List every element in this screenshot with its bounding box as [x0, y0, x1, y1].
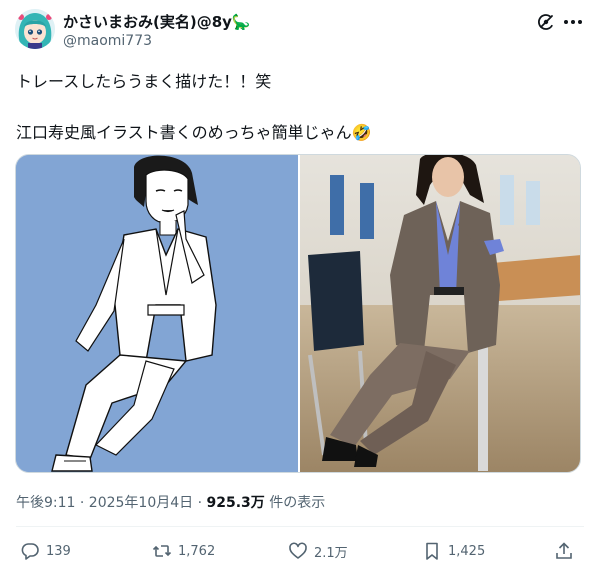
author-handle[interactable]: @maomi773	[63, 33, 152, 49]
share-icon	[556, 542, 572, 559]
bookmark-icon	[426, 542, 438, 560]
reply-button[interactable]: 139	[20, 540, 71, 562]
timestamp[interactable]: 午後9:11 · 2025年10月4日 ·	[16, 495, 207, 511]
share-button[interactable]	[554, 540, 574, 562]
divider	[16, 526, 584, 527]
author-display-name[interactable]: かさいまおみ(実名)@8y🦕	[63, 11, 251, 32]
avatar[interactable]	[15, 9, 55, 49]
tweet-text-line-1: トレースしたらうまく描けた！！笑	[16, 72, 272, 91]
retweet-button[interactable]: 1,762	[152, 540, 215, 562]
tweet: かさいまおみ(実名)@8y🦕 @maomi773 トレースしたらうまく描けた！！…	[0, 0, 600, 587]
avatar-image	[15, 9, 55, 49]
views-label: 件の表示	[264, 495, 326, 511]
views-count: 925.3万	[206, 495, 265, 511]
tweet-media[interactable]	[15, 154, 581, 473]
grok-icon[interactable]	[536, 12, 556, 32]
tweet-meta: 午後9:11 · 2025年10月4日 · 925.3万 件の表示	[16, 492, 325, 512]
retweet-icon	[152, 545, 172, 557]
bookmark-count: 1,425	[448, 543, 486, 559]
more-icon[interactable]	[562, 12, 584, 32]
reply-icon	[21, 543, 39, 560]
retweet-count: 1,762	[178, 543, 216, 559]
bookmark-button[interactable]: 1,425	[422, 540, 485, 562]
tweet-text-line-2: 江口寿史風イラスト書くのめっちゃ簡単じゃん🤣	[16, 123, 372, 142]
reference-photo[interactable]	[300, 155, 580, 472]
like-count: 2.1万	[314, 545, 348, 561]
illustration-image[interactable]	[16, 155, 298, 472]
like-icon	[289, 542, 307, 559]
like-button[interactable]: 2.1万	[288, 540, 348, 562]
reply-count: 139	[46, 543, 71, 559]
